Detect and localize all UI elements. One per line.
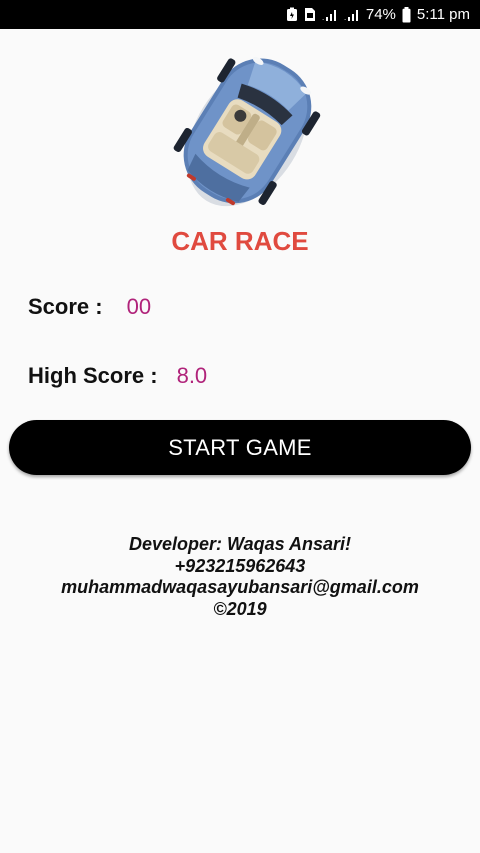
score-label: Score :	[28, 294, 103, 319]
battery-saver-icon	[286, 7, 298, 22]
score-row: Score : 00	[28, 294, 151, 320]
battery-icon	[402, 6, 411, 23]
score-value: 00	[126, 294, 152, 319]
developer-name: Developer: Waqas Ansari!	[128, 534, 352, 554]
developer-phone: +923215962643	[174, 555, 306, 576]
status-bar: . . 74% 5:11 pm	[0, 0, 480, 29]
battery-percent: 74%	[365, 6, 396, 23]
sim-icon	[304, 7, 316, 22]
copyright: ©2019	[213, 598, 267, 619]
clock: 5:11 pm	[416, 6, 470, 23]
car-logo-icon	[168, 48, 328, 213]
high-score-row: High Score : 8.0	[28, 363, 207, 389]
signal-1-icon: .	[322, 8, 338, 22]
start-game-button[interactable]: START GAME	[9, 420, 471, 475]
developer-info: Developer: Waqas Ansari! +923215962643 m…	[0, 534, 480, 620]
high-score-label: High Score :	[28, 363, 158, 388]
signal-2-icon: .	[344, 8, 360, 22]
app-title: CAR RACE	[171, 226, 309, 256]
svg-text:.: .	[322, 13, 324, 22]
svg-text:.: .	[344, 13, 346, 22]
developer-email: muhammadwaqasayubansari@gmail.com	[61, 577, 419, 597]
high-score-value: 8.0	[176, 363, 208, 388]
